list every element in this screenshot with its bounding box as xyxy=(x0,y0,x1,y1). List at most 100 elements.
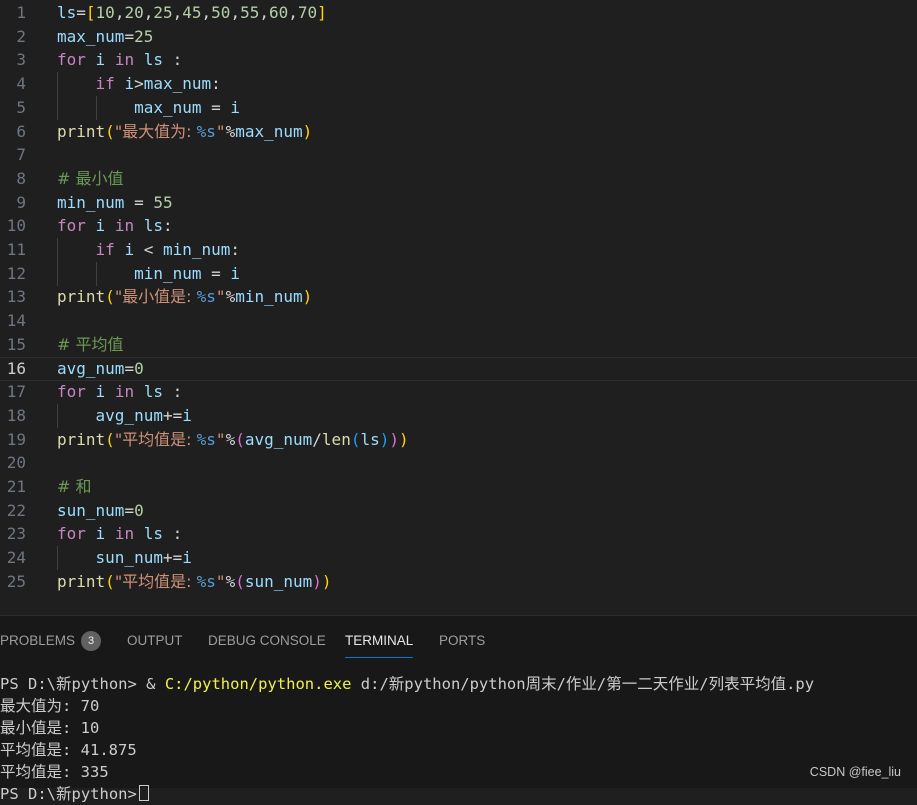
code-text: if i>max_num: xyxy=(57,72,221,96)
tab-debug-console[interactable]: DEBUG CONSOLE xyxy=(208,616,326,658)
bottom-panel: PROBLEMS 3 OUTPUT DEBUG CONSOLE TERMINAL … xyxy=(0,615,917,803)
tab-debug-console-label: DEBUG CONSOLE xyxy=(208,633,326,648)
terminal-output-line: 平均值是: 335 xyxy=(0,763,109,781)
code-text: print("平均值是: %s"%(avg_num/len(ls))) xyxy=(57,428,409,452)
code-token: += xyxy=(162,548,183,568)
code-line[interactable]: 19 print("平均值是: %s"%(avg_num/len(ls))) xyxy=(0,428,917,452)
code-line[interactable]: 6 print("最大值为: %s"%max_num) xyxy=(0,120,917,144)
code-editor[interactable]: 1 ls=[10,20,25,45,50,55,60,70] 2 max_num=25… xyxy=(0,0,917,615)
code-token: ls xyxy=(143,50,163,70)
code-line[interactable]: 21 # 和 xyxy=(0,475,917,499)
code-token: : xyxy=(163,524,183,544)
code-token: ) xyxy=(379,429,390,449)
code-token: in xyxy=(114,382,135,402)
code-line[interactable]: 24 sun_num+=i xyxy=(0,546,917,571)
code-token: ls xyxy=(57,3,77,22)
code-line[interactable]: 17 for i in ls : xyxy=(0,380,917,404)
code-text: if i < min_num: xyxy=(57,238,241,262)
tab-ports-label: PORTS xyxy=(439,633,486,648)
code-line[interactable]: 23 for i in ls : xyxy=(0,522,917,546)
code-token: in xyxy=(114,524,135,544)
code-token: # 和 xyxy=(57,477,92,496)
code-line[interactable]: 14 xyxy=(0,309,917,333)
code-line[interactable]: 11 if i < min_num: xyxy=(0,238,917,262)
code-line[interactable]: 4 if i>max_num: xyxy=(0,72,917,97)
code-token: for xyxy=(57,524,86,544)
code-token: i xyxy=(182,548,192,568)
code-line[interactable]: 2 max_num=25 xyxy=(0,25,917,49)
watermark: CSDN @fiee_liu xyxy=(809,765,901,779)
code-token: % xyxy=(225,571,236,591)
line-number: 5 xyxy=(16,97,26,117)
code-token: max_num xyxy=(235,121,303,141)
code-token: i xyxy=(95,216,106,236)
tab-problems[interactable]: PROBLEMS 3 xyxy=(0,616,102,658)
line-number: 18 xyxy=(6,405,26,425)
code-token: 70 xyxy=(297,3,318,22)
code-line[interactable]: 10 for i in ls: xyxy=(0,214,917,238)
terminal-command-line: PS D:\新python> & C:/python/python.exe d:… xyxy=(0,673,814,695)
code-token: avg_num xyxy=(57,358,125,378)
terminal-next-prompt[interactable]: PS D:\新python> xyxy=(0,783,149,805)
code-token: " xyxy=(215,571,226,591)
code-token: "最大值为: xyxy=(114,121,197,141)
tab-terminal[interactable]: TERMINAL xyxy=(345,616,414,658)
code-token: 0 xyxy=(134,500,144,520)
code-text: ls=[10,20,25,45,50,55,60,70] xyxy=(57,1,327,25)
code-token: : xyxy=(163,216,173,236)
code-token: : xyxy=(163,382,183,402)
indent-guide xyxy=(57,546,58,571)
code-token: min_num xyxy=(235,287,303,307)
code-token: max_num xyxy=(57,26,125,46)
code-token: 25 xyxy=(153,3,173,22)
code-token: sun_num xyxy=(57,500,125,520)
indent-guide xyxy=(57,261,58,286)
code-token: print xyxy=(57,287,106,307)
code-text: sun_num+=i xyxy=(57,546,192,570)
code-token: ls xyxy=(143,382,163,402)
code-line[interactable]: 25 print("平均值是: %s"%(sun_num)) xyxy=(0,570,917,594)
code-token: sun_num xyxy=(244,571,313,591)
code-line[interactable]: 18 avg_num+=i xyxy=(0,403,917,428)
tab-output[interactable]: OUTPUT xyxy=(127,616,183,658)
code-token: 60 xyxy=(268,3,289,22)
code-token: = xyxy=(201,263,231,283)
code-token: %s xyxy=(196,429,216,449)
code-line[interactable]: 8 # 最小值 xyxy=(0,167,917,191)
code-line[interactable]: 16 avg_num=0 xyxy=(0,356,917,381)
code-token: : xyxy=(211,74,221,94)
code-line[interactable]: 12 min_num = i xyxy=(0,261,917,286)
code-line[interactable]: 13 print("最小值是: %s"%min_num) xyxy=(0,285,917,309)
line-number: 11 xyxy=(6,240,26,259)
code-token: = xyxy=(124,26,135,46)
code-token: max_num xyxy=(134,97,202,117)
code-line[interactable]: 1 ls=[10,20,25,45,50,55,60,70] xyxy=(0,1,917,25)
line-number: 13 xyxy=(6,287,26,307)
code-token: / xyxy=(312,429,322,449)
code-line[interactable]: 3 for i in ls : xyxy=(0,48,917,72)
code-line[interactable]: 20 xyxy=(0,451,917,475)
code-line[interactable]: 15 # 平均值 xyxy=(0,333,917,357)
code-token: % xyxy=(225,429,236,449)
code-token: " xyxy=(215,429,226,449)
line-number: 3 xyxy=(16,50,26,70)
code-token: i xyxy=(124,240,135,259)
tab-ports[interactable]: PORTS xyxy=(439,616,485,658)
code-token: max_num xyxy=(143,74,212,94)
code-line[interactable]: 9 min_num = 55 xyxy=(0,191,917,215)
code-line[interactable]: 22 sun_num=0 xyxy=(0,499,917,523)
terminal-output-line: 平均值是: 41.875 xyxy=(0,741,137,759)
code-token: ( xyxy=(235,429,245,449)
code-line[interactable]: 7 xyxy=(0,143,917,167)
line-number: 1 xyxy=(16,3,26,22)
code-token: ( xyxy=(235,571,245,591)
code-line[interactable]: 5 max_num = i xyxy=(0,95,917,120)
code-token: ( xyxy=(105,121,115,141)
code-token: % xyxy=(225,121,236,141)
